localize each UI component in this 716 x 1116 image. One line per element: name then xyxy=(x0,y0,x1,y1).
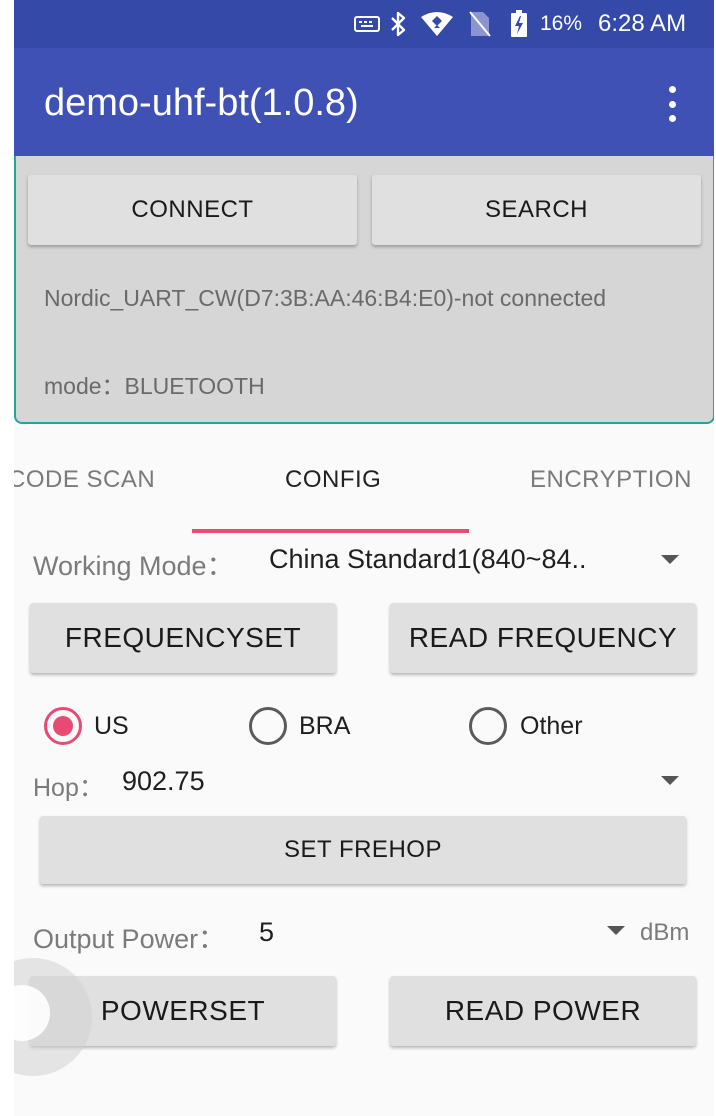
more-vert-icon[interactable] xyxy=(654,84,690,124)
radio-other[interactable] xyxy=(469,707,507,745)
radio-bra-label: BRA xyxy=(299,712,351,740)
status-time: 6:28 AM xyxy=(598,10,687,37)
output-power-dropdown-icon[interactable] xyxy=(607,926,625,935)
radio-us-label: US xyxy=(94,712,129,740)
read-power-button[interactable]: READ POWER xyxy=(390,976,696,1046)
working-mode-label: Working Mode： xyxy=(33,551,234,581)
tab-encryption[interactable]: ENCRYPTION xyxy=(530,466,692,494)
connect-button[interactable]: CONNECT xyxy=(28,175,357,245)
working-mode-select[interactable]: China Standard1(840~84.. xyxy=(269,544,587,575)
app-bar: demo-uhf-bt(1.0.8) xyxy=(14,48,714,156)
working-mode-dropdown-icon[interactable] xyxy=(661,555,679,564)
battery-percentage: 16% xyxy=(540,12,583,35)
tab-indicator xyxy=(192,529,469,533)
device-status-text: Nordic_UART_CW(D7:3B:AA:46:B4:E0)-not co… xyxy=(44,285,607,311)
hop-label: Hop： xyxy=(33,774,104,802)
bluetooth-icon xyxy=(386,10,410,38)
hop-select[interactable]: 902.75 xyxy=(122,766,205,797)
app-screen: 16% 6:28 AM demo-uhf-bt(1.0.8) CONNECT S… xyxy=(14,0,714,1116)
tab-config[interactable]: CONFIG xyxy=(285,466,381,494)
radio-other-label: Other xyxy=(520,712,583,740)
battery-charging-icon xyxy=(508,10,530,38)
hop-dropdown-icon[interactable] xyxy=(661,776,679,785)
search-button[interactable]: SEARCH xyxy=(372,175,701,245)
read-frequency-button[interactable]: READ FREQUENCY xyxy=(390,603,696,673)
power-unit: dBm xyxy=(640,919,690,946)
no-sim-icon xyxy=(466,10,494,38)
output-power-label: Output Power： xyxy=(33,924,226,954)
radio-bra[interactable] xyxy=(249,707,287,745)
frequencyset-button[interactable]: FREQUENCYSET xyxy=(30,603,336,673)
wifi-icon xyxy=(418,10,456,38)
status-bar: 16% 6:28 AM xyxy=(14,0,714,48)
keyboard-icon xyxy=(352,10,382,38)
mode-text: mode：BLUETOOTH xyxy=(44,373,265,399)
tab-bar: CODE SCAN CONFIG ENCRYPTION xyxy=(14,426,714,536)
tab-code-scan[interactable]: CODE SCAN xyxy=(14,466,155,494)
app-title: demo-uhf-bt(1.0.8) xyxy=(44,82,359,124)
connection-panel: CONNECT SEARCH Nordic_UART_CW(D7:3B:AA:4… xyxy=(14,156,714,424)
output-power-select[interactable]: 5 xyxy=(259,917,274,948)
radio-us[interactable] xyxy=(44,707,82,745)
set-frehop-button[interactable]: SET FREHOP xyxy=(40,816,686,884)
